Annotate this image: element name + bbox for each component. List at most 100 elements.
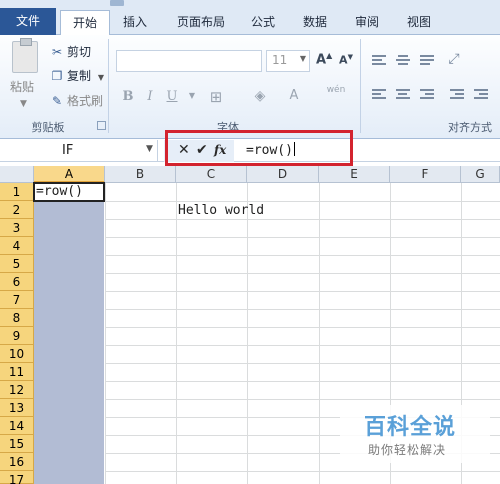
scissors-icon: ✂ <box>51 45 63 59</box>
align-middle-icon[interactable] <box>396 55 410 67</box>
copy-dropdown-icon[interactable]: ▼ <box>98 73 104 82</box>
copy-icon: ❐ <box>51 69 63 83</box>
tab-page-layout[interactable]: 页面布局 <box>168 10 234 35</box>
cut-button[interactable]: ✂ 剪切 <box>50 43 91 61</box>
select-all-button[interactable] <box>0 166 34 183</box>
align-top-icon[interactable] <box>372 55 386 67</box>
tab-data[interactable]: 数据 <box>292 10 338 35</box>
quick-access-toolbar[interactable] <box>110 0 124 6</box>
phonetic-guide-button[interactable]: wén <box>324 85 348 95</box>
align-bottom-icon[interactable] <box>420 55 434 67</box>
brush-icon: ✎ <box>51 94 63 108</box>
underline-button[interactable]: U <box>164 89 180 104</box>
tab-file[interactable]: 文件 <box>0 8 56 35</box>
font-size-select[interactable]: 11 ▼ <box>266 50 310 72</box>
row-header-4[interactable]: 4 <box>0 237 34 255</box>
row-header-13[interactable]: 13 <box>0 399 34 417</box>
row-header-7[interactable]: 7 <box>0 291 34 309</box>
italic-button[interactable]: I <box>142 89 158 104</box>
orientation-icon[interactable]: ⤢ <box>446 51 462 67</box>
cut-label: 剪切 <box>67 45 92 59</box>
shrink-font-button[interactable]: A▼ <box>338 53 354 67</box>
font-color-button[interactable]: A <box>286 88 302 103</box>
gridline-horizontal <box>105 237 500 238</box>
cell-c2[interactable]: Hello world <box>178 202 264 220</box>
ribbon-home: 粘贴 ▼ ✂ 剪切 ❐ 复制 ▼ ✎ 格式刷 剪贴板 11 ▼ A▲ A▼ B I U… <box>0 35 500 139</box>
name-box-dropdown-icon[interactable]: ▼ <box>146 144 153 154</box>
title-bar <box>0 0 500 8</box>
group-divider <box>108 39 109 133</box>
row-header-2[interactable]: 2 <box>0 201 34 219</box>
copy-button[interactable]: ❐ 复制 ▼ <box>50 67 104 85</box>
watermark-subtitle: 助你轻松解决 <box>368 443 447 457</box>
paste-button[interactable]: 粘贴 <box>10 78 34 95</box>
row-header-6[interactable]: 6 <box>0 273 34 291</box>
row-header-17[interactable]: 17 <box>0 471 34 484</box>
clipboard-group-label: 剪贴板 <box>31 121 65 134</box>
group-divider <box>360 39 361 133</box>
watermark: 百科全说 助你轻松解决 <box>340 405 490 463</box>
row-header-11[interactable]: 11 <box>0 363 34 381</box>
ribbon-tabs: 文件 开始 插入 页面布局 公式 数据 审阅 视图 <box>0 8 500 36</box>
gridline-horizontal <box>105 255 500 256</box>
decrease-indent-icon[interactable] <box>450 89 464 101</box>
name-box-value: IF <box>62 143 74 158</box>
column-header-b[interactable]: B <box>105 166 176 183</box>
row-header-14[interactable]: 14 <box>0 417 34 435</box>
watermark-title: 百科全说 <box>364 415 457 440</box>
name-box[interactable]: IF ▼ <box>0 140 158 162</box>
gridline-vertical <box>105 183 106 484</box>
column-header-c[interactable]: C <box>176 166 247 183</box>
gridline-vertical <box>319 183 320 484</box>
gridline-horizontal <box>105 291 500 292</box>
clipboard-launcher-icon[interactable] <box>97 121 106 130</box>
gridline-horizontal <box>105 201 500 202</box>
selected-range[interactable] <box>34 201 104 484</box>
paste-dropdown-icon[interactable]: ▼ <box>20 99 27 109</box>
grow-font-button[interactable]: A▲ <box>316 51 332 67</box>
row-header-5[interactable]: 5 <box>0 255 34 273</box>
underline-dropdown-icon[interactable]: ▼ <box>184 91 200 100</box>
alignment-group-label: 对齐方式 <box>448 121 492 134</box>
annotation-highlight-box <box>165 130 353 166</box>
row-header-8[interactable]: 8 <box>0 309 34 327</box>
tab-insert[interactable]: 插入 <box>112 10 158 35</box>
tab-formulas[interactable]: 公式 <box>240 10 286 35</box>
column-header-g[interactable]: G <box>461 166 500 183</box>
gridline-horizontal <box>105 471 500 472</box>
row-header-12[interactable]: 12 <box>0 381 34 399</box>
column-header-a[interactable]: A <box>34 166 105 183</box>
row-header-9[interactable]: 9 <box>0 327 34 345</box>
font-name-select[interactable] <box>116 50 262 72</box>
align-center-icon[interactable] <box>396 89 410 101</box>
row-header-3[interactable]: 3 <box>0 219 34 237</box>
font-size-value: 11 <box>272 53 288 67</box>
tab-view[interactable]: 视图 <box>396 10 442 35</box>
tab-home[interactable]: 开始 <box>60 10 110 36</box>
paste-icon[interactable] <box>12 38 38 73</box>
cell-a1-value: =row() <box>36 184 83 199</box>
row-header-16[interactable]: 16 <box>0 453 34 471</box>
shrink-font-label: A <box>339 53 348 67</box>
column-header-d[interactable]: D <box>247 166 319 183</box>
fill-color-icon[interactable]: ◈ <box>252 88 268 104</box>
active-cell-a1[interactable]: =row() <box>33 182 105 202</box>
increase-indent-icon[interactable] <box>474 89 488 101</box>
bold-button[interactable]: B <box>120 89 136 104</box>
font-size-dropdown-icon: ▼ <box>299 54 306 63</box>
column-header-f[interactable]: F <box>390 166 461 183</box>
gridline-vertical <box>247 183 248 484</box>
row-header-15[interactable]: 15 <box>0 435 34 453</box>
border-icon[interactable]: ⊞ <box>208 88 224 106</box>
tab-review[interactable]: 审阅 <box>344 10 390 35</box>
align-left-icon[interactable] <box>372 89 386 101</box>
gridline-horizontal <box>105 381 500 382</box>
align-right-icon[interactable] <box>420 89 434 101</box>
row-header-10[interactable]: 10 <box>0 345 34 363</box>
gridline-horizontal <box>105 345 500 346</box>
copy-label: 复制 <box>67 69 92 83</box>
format-painter-button[interactable]: ✎ 格式刷 <box>50 92 103 110</box>
format-painter-label: 格式刷 <box>67 94 104 108</box>
column-header-e[interactable]: E <box>319 166 390 183</box>
row-header-1[interactable]: 1 <box>0 183 34 201</box>
